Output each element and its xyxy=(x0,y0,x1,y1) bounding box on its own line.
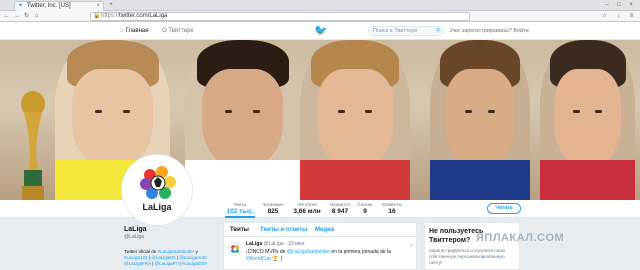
avatar[interactable]: LaLiga xyxy=(122,155,192,225)
profile-name[interactable]: LaLiga xyxy=(124,225,216,234)
tweet-text-part: 🏆❗ xyxy=(270,256,285,262)
stat-lists[interactable]: Списки 9 xyxy=(355,201,375,218)
tab-tweets-replies[interactable]: Твиты и ответы xyxy=(260,226,307,235)
nav-about[interactable]: О Твиттере xyxy=(162,26,194,36)
new-tab-icon[interactable]: + xyxy=(106,1,116,10)
twitter-navbar: ⌂ Главная О Твиттере 🐦 Поиск в Твиттере ⚲… xyxy=(0,22,640,40)
banner-player-2 xyxy=(185,40,300,200)
bio-mention-link[interactable]: @LaLigaFRA xyxy=(124,261,151,266)
screen: ✦ Twitter, Inc. [US] × + – □ × ← → ↻ ⌂ 🔒… xyxy=(0,0,640,270)
stat-label: Твиты xyxy=(233,202,247,207)
timeline: Твиты Твиты и ответы Медиа LaLiga @LaLig… xyxy=(223,222,418,270)
banner-player-3 xyxy=(300,40,410,200)
url-host: twitter.com/LaLiga xyxy=(119,13,168,19)
profile-nav: Твиты 102 тыс. Читаемые 825 Читатели 3,6… xyxy=(0,200,640,218)
maximize-icon[interactable]: □ xyxy=(616,2,622,8)
lock-icon: 🔒 xyxy=(93,13,101,19)
world-cup-trophy-icon xyxy=(21,91,45,200)
tweet-time[interactable]: · 13 июн. xyxy=(285,241,306,247)
tweet-author[interactable]: LaLiga xyxy=(246,241,262,247)
signup-card-text: Зарегистрируйтесь и получите свою собств… xyxy=(429,248,505,265)
stat-likes[interactable]: Нравится 8 947 xyxy=(326,201,354,218)
stat-value: 9 xyxy=(363,208,367,215)
browser-toolbar: ← → ↻ ⌂ 🔒 https://twitter.com/LaLiga ☆ ↓… xyxy=(0,11,640,22)
search-placeholder: Поиск в Твиттере xyxy=(373,28,418,34)
tab-media[interactable]: Медиа xyxy=(315,226,334,235)
signup-card: Не пользуетесь Твиттером? Зарегистрируйт… xyxy=(424,222,520,270)
profile-banner xyxy=(0,40,640,200)
banner-player-4 xyxy=(430,40,530,200)
tweet-handle[interactable]: @LaLiga xyxy=(264,241,284,247)
timeline-tabs: Твиты Твиты и ответы Медиа xyxy=(224,223,418,237)
tweet-more-icon[interactable]: ⌄ xyxy=(409,241,414,248)
stat-moments[interactable]: Моменты 16 xyxy=(379,201,405,218)
stat-value: 3,66 млн xyxy=(293,208,321,215)
watermark: ЯПЛАКАЛ.COM xyxy=(476,232,565,244)
browser-tab[interactable]: ✦ Twitter, Inc. [US] × xyxy=(14,1,104,11)
avatar-logo-text: LaLiga xyxy=(142,202,172,212)
stat-value: 16 xyxy=(388,208,396,215)
tweet-header: LaLiga @LaLiga · 13 июн. xyxy=(246,241,306,248)
profile-card: LaLiga @LaLiga Twitter oficial de #LaLig… xyxy=(124,225,216,270)
stat-tweets[interactable]: Твиты 102 тыс. xyxy=(225,201,255,218)
stat-value: 8 947 xyxy=(331,208,349,215)
follow-button[interactable]: Читать xyxy=(487,203,521,214)
search-input[interactable]: Поиск в Твиттере ⚲ xyxy=(368,26,444,36)
login-link[interactable]: Уже зарегистрированы? Войти xyxy=(450,26,529,36)
profile-bio: Twitter oficial de #LaLigaSantander y #L… xyxy=(124,249,207,266)
twitter-favicon-icon: ✦ xyxy=(18,3,24,9)
stat-following[interactable]: Читаемые 825 xyxy=(258,201,288,218)
tweet-mention-link[interactable]: @LaLigaSantander xyxy=(287,249,330,255)
bio-hashtag-link[interactable]: #LaLiga123 xyxy=(124,255,148,260)
bookmark-icon[interactable]: ☆ xyxy=(600,12,609,21)
address-bar[interactable]: 🔒 https://twitter.com/LaLiga xyxy=(90,12,470,21)
bio-mention-link[interactable]: @LaLigaEN xyxy=(151,255,175,260)
tweet-avatar[interactable] xyxy=(228,242,242,256)
tweet-text-part: en la primera jornada de la xyxy=(330,249,391,255)
bio-hashtag-link[interactable]: #LaLigaESP xyxy=(182,261,207,266)
stat-label: Читатели xyxy=(297,202,317,207)
stat-label: Читаемые xyxy=(262,202,284,207)
download-icon[interactable]: ↓ xyxy=(614,12,623,21)
tweet[interactable]: LaLiga @LaLiga · 13 июн. ⌄ ¡CINCO MVPs d… xyxy=(224,238,418,270)
back-icon[interactable]: ← xyxy=(2,12,11,21)
forward-icon[interactable]: → xyxy=(12,12,21,21)
url-scheme: https:// xyxy=(101,13,120,19)
bio-hashtag-link[interactable]: #LaLigaSantander xyxy=(158,249,195,254)
profile-handle[interactable]: @LaLiga xyxy=(124,234,216,241)
home-icon: ⌂ xyxy=(120,28,124,34)
home-browser-icon[interactable]: ⌂ xyxy=(32,12,41,21)
menu-icon[interactable]: ≡ xyxy=(627,12,636,21)
tweet-text-part: ¡CINCO MVPs de xyxy=(246,249,287,255)
laliga-logo-icon xyxy=(140,166,176,199)
stat-value: 102 тыс. xyxy=(226,208,254,215)
stat-label: Списки xyxy=(357,202,373,207)
nav-home-label: Главная xyxy=(125,28,149,34)
tab-tweets[interactable]: Твиты xyxy=(230,226,249,235)
tweet-text: ¡CINCO MVPs de @LaLigaSantander en la pr… xyxy=(246,249,414,263)
bio-text: Twitter oficial de xyxy=(124,249,158,254)
bio-text: y xyxy=(194,249,198,254)
search-icon[interactable]: ⚲ xyxy=(436,27,440,35)
close-tab-icon[interactable]: × xyxy=(96,2,100,11)
stat-label: Нравится xyxy=(330,202,350,207)
stat-label: Моменты xyxy=(382,202,402,207)
minimize-icon[interactable]: – xyxy=(604,2,610,8)
close-window-icon[interactable]: × xyxy=(628,2,634,8)
bio-mention-link[interactable]: @LaLigaArab xyxy=(179,255,207,260)
tweet-hashtag-link[interactable]: #WorldCup xyxy=(246,256,271,262)
nav-home[interactable]: ⌂ Главная xyxy=(120,26,148,36)
reload-icon[interactable]: ↻ xyxy=(22,12,31,21)
twitter-bird-icon[interactable]: 🐦 xyxy=(314,25,328,37)
bio-mention-link[interactable]: @LaLigaPT xyxy=(155,261,179,266)
stat-followers[interactable]: Читатели 3,66 млн xyxy=(290,201,324,218)
browser-tabstrip: ✦ Twitter, Inc. [US] × + – □ × xyxy=(0,0,640,11)
browser-tab-title: Twitter, Inc. [US] xyxy=(27,3,71,9)
stat-value: 825 xyxy=(267,208,279,215)
banner-player-5 xyxy=(540,40,635,200)
